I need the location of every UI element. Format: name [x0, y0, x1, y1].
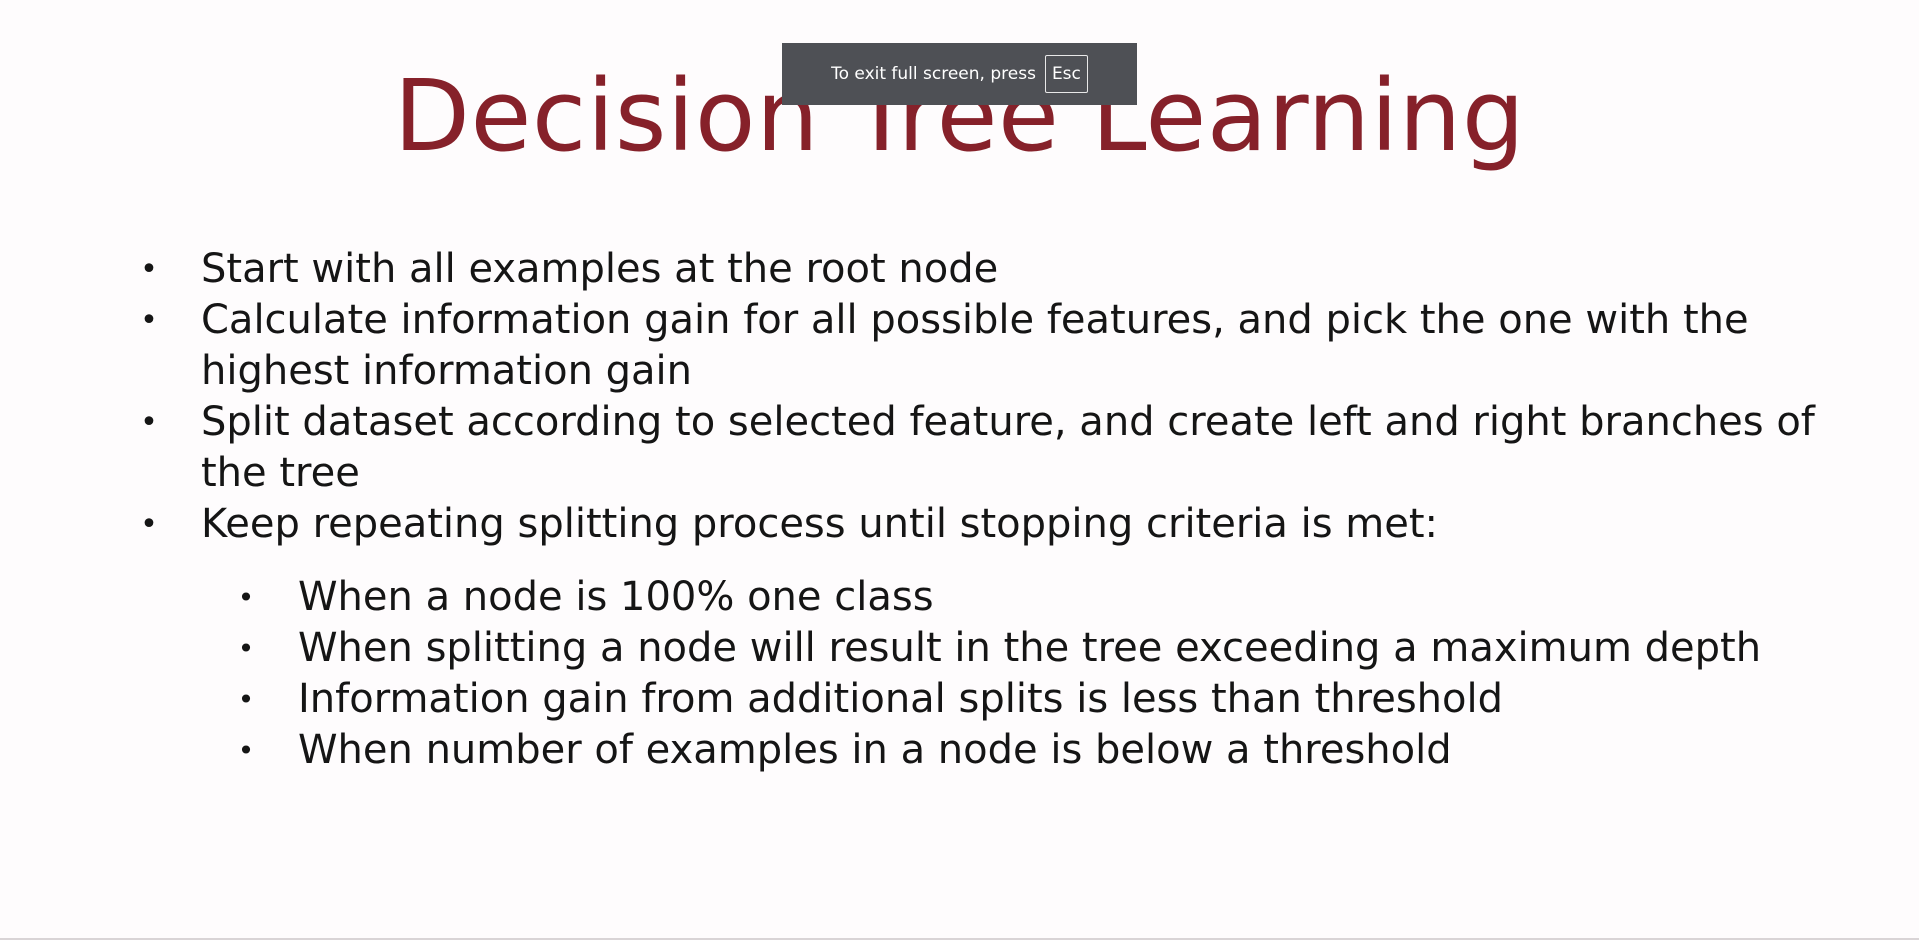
- bullet-text: Start with all examples at the root node: [201, 246, 999, 292]
- bullet-dot-icon: •: [237, 734, 255, 767]
- fullscreen-notice-text: To exit full screen, press: [831, 64, 1036, 84]
- sub-bullet-text: When a node is 100% one class: [298, 574, 934, 620]
- sub-bullet-text: When number of examples in a node is bel…: [298, 727, 1452, 773]
- bullet-item: • Keep repeating splitting process until…: [139, 499, 1839, 550]
- sub-bullet-text: When splitting a node will result in the…: [298, 625, 1762, 671]
- sub-bullet-item: • When number of examples in a node is b…: [236, 725, 1836, 776]
- bullet-text: Calculate information gain for all possi…: [201, 297, 1749, 394]
- sub-bullet-list: • When a node is 100% one class • When s…: [236, 572, 1836, 776]
- sub-bullet-item: • Information gain from additional split…: [236, 674, 1836, 725]
- esc-key-hint[interactable]: Esc: [1044, 55, 1088, 93]
- bullet-dot-icon: •: [237, 683, 255, 716]
- bullet-item: • Split dataset according to selected fe…: [139, 397, 1839, 499]
- sub-bullet-item: • When splitting a node will result in t…: [236, 623, 1836, 674]
- bullet-dot-icon: •: [140, 405, 158, 440]
- bullet-dot-icon: •: [140, 252, 158, 287]
- bullet-item: • Start with all examples at the root no…: [139, 244, 1839, 295]
- bullet-dot-icon: •: [140, 303, 158, 338]
- main-bullet-list: • Start with all examples at the root no…: [139, 244, 1839, 550]
- sub-bullet-text: Information gain from additional splits …: [298, 676, 1503, 722]
- bullet-dot-icon: •: [140, 507, 158, 542]
- presentation-slide: Decision Tree Learning • Start with all …: [0, 0, 1919, 940]
- bullet-text: Split dataset according to selected feat…: [201, 399, 1815, 496]
- bullet-dot-icon: •: [237, 632, 255, 665]
- fullscreen-exit-notice: To exit full screen, press Esc: [782, 43, 1137, 105]
- bullet-dot-icon: •: [237, 581, 255, 614]
- bullet-item: • Calculate information gain for all pos…: [139, 295, 1839, 397]
- sub-bullet-item: • When a node is 100% one class: [236, 572, 1836, 623]
- bullet-text: Keep repeating splitting process until s…: [201, 501, 1439, 547]
